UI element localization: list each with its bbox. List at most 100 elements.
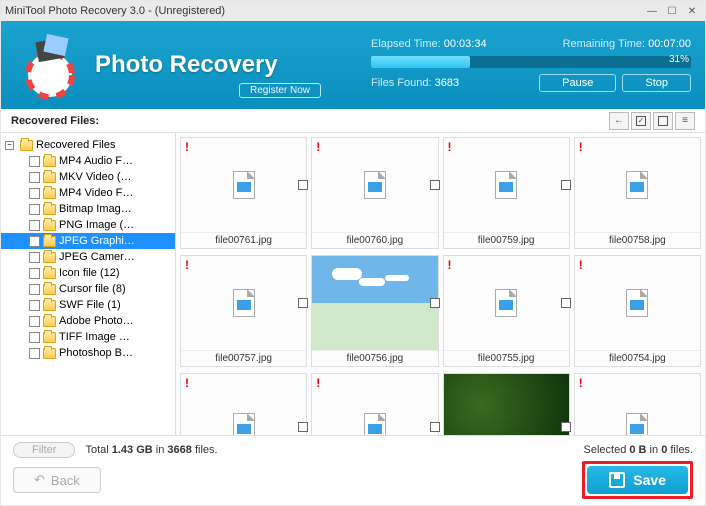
folder-icon (43, 332, 56, 343)
app-logo (15, 30, 85, 100)
thumbnail-caption: file00754.jpg (575, 350, 700, 366)
folder-icon (43, 204, 56, 215)
thumbnail[interactable]: !file00761.jpg (180, 137, 307, 249)
checkbox[interactable] (561, 180, 571, 190)
elapsed-value: 00:03:34 (444, 38, 487, 50)
thumbnail[interactable]: !file00756.jpg (311, 255, 438, 367)
tree-item[interactable]: MP4 Audio F… (1, 153, 175, 169)
image-placeholder-icon (364, 171, 386, 199)
thumbnail[interactable]: !file00757.jpg (180, 255, 307, 367)
tree-item-label: JPEG Camer… (59, 251, 135, 263)
back-button[interactable]: ↶ Back (13, 467, 101, 493)
checkbox[interactable] (430, 422, 440, 432)
checkbox[interactable] (29, 172, 40, 183)
tree-item-label: PNG Image (… (59, 219, 134, 231)
checkbox[interactable] (29, 268, 40, 279)
tree-item-label: MP4 Audio F… (59, 155, 133, 167)
image-placeholder-icon (233, 171, 255, 199)
stop-button[interactable]: Stop (622, 74, 691, 92)
thumbnail-caption: file00758.jpg (575, 232, 700, 248)
thumbnail[interactable]: !file00754.jpg (574, 255, 701, 367)
tree-item-label: MP4 Video F… (59, 187, 133, 199)
thumbnail[interactable]: ! (443, 373, 570, 435)
thumbnail-caption: file00755.jpg (444, 350, 569, 366)
tree-item[interactable]: Icon file (12) (1, 265, 175, 281)
tree-item[interactable]: JPEG Graphi… (1, 233, 175, 249)
folder-icon (43, 284, 56, 295)
recovered-label: Recovered Files: (11, 115, 99, 127)
close-button[interactable]: ✕ (683, 4, 701, 18)
thumbnail[interactable]: ! (311, 373, 438, 435)
view-back-button[interactable]: ← (609, 112, 629, 130)
checkbox[interactable] (29, 252, 40, 263)
tree-item-label: JPEG Graphi… (59, 235, 135, 247)
folder-icon (43, 348, 56, 359)
image-placeholder-icon (495, 289, 517, 317)
thumbnail[interactable]: ! (180, 373, 307, 435)
checkbox[interactable] (29, 204, 40, 215)
checkbox[interactable] (298, 422, 308, 432)
save-button[interactable]: Save (587, 466, 688, 494)
view-uncheck-button[interactable] (653, 112, 673, 130)
image-placeholder-icon (495, 171, 517, 199)
tree-item[interactable]: TIFF Image … (1, 329, 175, 345)
found-label: Files Found: (371, 77, 432, 89)
folder-icon (43, 220, 56, 231)
collapse-icon[interactable]: − (5, 141, 14, 150)
checkbox[interactable] (29, 316, 40, 327)
tree-item[interactable]: Cursor file (8) (1, 281, 175, 297)
tree-item[interactable]: MKV Video (… (1, 169, 175, 185)
pause-button[interactable]: Pause (539, 74, 616, 92)
checkbox[interactable] (29, 236, 40, 247)
checkbox[interactable] (29, 332, 40, 343)
remaining-label: Remaining Time: (563, 38, 646, 50)
thumbnail-caption: file00760.jpg (312, 232, 437, 248)
thumbnail[interactable]: ! (574, 373, 701, 435)
folder-icon (43, 300, 56, 311)
thumbnail[interactable]: !file00758.jpg (574, 137, 701, 249)
checkbox[interactable] (29, 220, 40, 231)
tree-item[interactable]: PNG Image (… (1, 217, 175, 233)
image-placeholder-icon (626, 171, 648, 199)
folder-icon (43, 236, 56, 247)
preview-image (444, 374, 569, 435)
tree-item[interactable]: Adobe Photo… (1, 313, 175, 329)
checkbox[interactable] (29, 188, 40, 199)
register-button[interactable]: Register Now (239, 83, 321, 98)
filter-button[interactable]: Filter (13, 442, 75, 458)
view-check-button[interactable]: ✓ (631, 112, 651, 130)
thumbnail[interactable]: !file00755.jpg (443, 255, 570, 367)
minimize-button[interactable]: — (643, 4, 661, 18)
tree-item-label: Icon file (12) (59, 267, 120, 279)
view-list-button[interactable]: ≡ (675, 112, 695, 130)
tree-item[interactable]: Photoshop B… (1, 345, 175, 361)
thumbnail-grid[interactable]: !file00761.jpg!file00760.jpg!file00759.j… (176, 133, 705, 435)
thumbnail[interactable]: !file00760.jpg (311, 137, 438, 249)
tree-item-label: Bitmap Imag… (59, 203, 132, 215)
checkbox[interactable] (29, 284, 40, 295)
checkbox[interactable] (29, 348, 40, 359)
preview-image (312, 256, 437, 350)
checkbox[interactable] (561, 298, 571, 308)
thumbnail-caption: file00757.jpg (181, 350, 306, 366)
folder-icon (20, 140, 33, 151)
tree-item[interactable]: SWF File (1) (1, 297, 175, 313)
progress-bar: 31% (371, 56, 691, 68)
tree-root[interactable]: − Recovered Files (1, 137, 175, 153)
checkbox[interactable] (430, 298, 440, 308)
maximize-button[interactable]: ☐ (663, 4, 681, 18)
thumbnail[interactable]: !file00759.jpg (443, 137, 570, 249)
tree-item[interactable]: JPEG Camer… (1, 249, 175, 265)
folder-icon (43, 156, 56, 167)
file-tree[interactable]: − Recovered Files MP4 Audio F… MKV Video … (1, 133, 176, 435)
checkbox[interactable] (29, 300, 40, 311)
tree-item[interactable]: MP4 Video F… (1, 185, 175, 201)
checkbox[interactable] (298, 298, 308, 308)
tree-item[interactable]: Bitmap Imag… (1, 201, 175, 217)
folder-icon (43, 316, 56, 327)
checkbox[interactable] (29, 156, 40, 167)
thumbnail-caption: file00759.jpg (444, 232, 569, 248)
checkbox[interactable] (561, 422, 571, 432)
checkbox[interactable] (298, 180, 308, 190)
checkbox[interactable] (430, 180, 440, 190)
